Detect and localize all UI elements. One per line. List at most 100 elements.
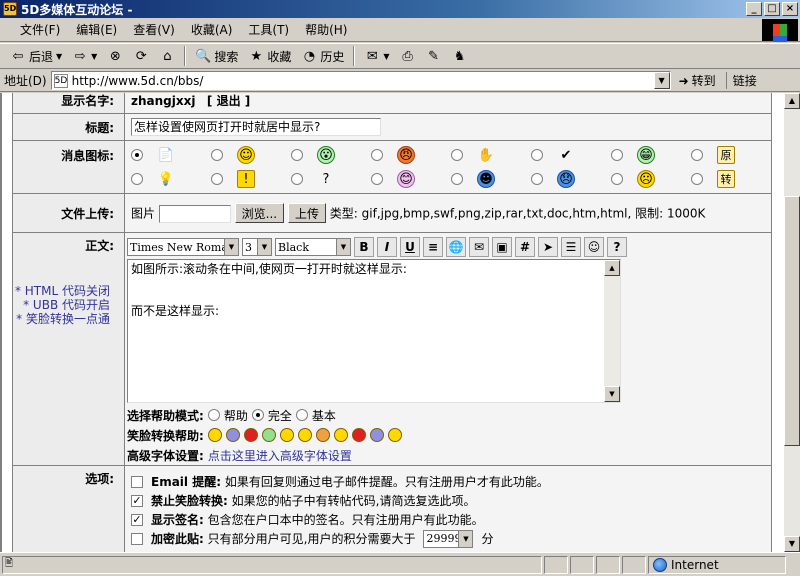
points-threshold-select[interactable]: 29999 ▼	[423, 529, 474, 548]
body-line: 如图所示:滚动条在中间,使网页一打开时就这样显示:	[131, 262, 407, 276]
upload-file-input[interactable]	[158, 205, 231, 223]
menu-edit[interactable]: 编辑(E)	[68, 19, 125, 40]
smiley-face-icon[interactable]	[279, 428, 294, 442]
icon-radio[interactable]	[211, 149, 223, 161]
italic-icon[interactable]: I	[377, 237, 397, 257]
icon-radio[interactable]	[211, 173, 223, 185]
smiley-face-icon[interactable]	[243, 428, 258, 442]
back-arrow-icon: ⇦	[12, 48, 24, 64]
message-icon-label: 消息图标:	[12, 140, 125, 194]
font-size-select[interactable]: 3 ▼	[242, 238, 272, 256]
chevron-down-icon[interactable]: ▼	[56, 52, 62, 61]
help-mode-radio-full[interactable]	[251, 409, 264, 421]
smiley-help-link[interactable]: * 笑脸转换一点通	[13, 312, 110, 326]
help-cursor-icon[interactable]: ?	[607, 237, 627, 257]
menu-favorites[interactable]: 收藏(A)	[183, 19, 241, 40]
icon-radio[interactable]	[371, 149, 383, 161]
icon-radio[interactable]	[611, 173, 623, 185]
icon-radio[interactable]	[291, 173, 303, 185]
logout-link[interactable]: [ 退出 ]	[207, 94, 250, 108]
smiley-face-icon[interactable]	[315, 428, 330, 442]
scroll-down-icon[interactable]: ▼	[784, 536, 800, 552]
history-button[interactable]: ◔ 历史	[297, 45, 348, 67]
minimize-button[interactable]: _	[746, 2, 762, 16]
textarea-scrollbar[interactable]: ▲ ▼	[604, 260, 620, 402]
encrypt-post-checkbox[interactable]	[131, 532, 143, 545]
close-button[interactable]: ×	[782, 2, 798, 16]
disable-smiley-checkbox[interactable]: ✓	[131, 494, 143, 507]
upload-button[interactable]: 上传	[287, 203, 326, 223]
chevron-down-icon: ▼	[224, 239, 238, 255]
favorites-button[interactable]: ★ 收藏	[244, 45, 295, 67]
help-mode-radio-help[interactable]	[207, 409, 220, 421]
smiley-face-icon[interactable]	[351, 428, 366, 442]
icon-radio[interactable]	[131, 149, 143, 161]
security-zone: Internet	[648, 555, 786, 574]
subject-input[interactable]: 怎样设置使网页打开时就居中显示?	[131, 118, 381, 136]
forward-button[interactable]: ⇨ ▼	[68, 45, 101, 67]
icon-radio[interactable]	[291, 149, 303, 161]
list-icon[interactable]: ☰	[561, 237, 581, 257]
help-mode-radio-basic[interactable]	[295, 409, 308, 421]
icon-radio[interactable]	[611, 149, 623, 161]
smiley-icon[interactable]: ☺	[584, 237, 604, 257]
scroll-up-icon[interactable]: ▲	[604, 260, 620, 276]
smiley-face-icon[interactable]	[333, 428, 348, 442]
home-button[interactable]: ⌂	[155, 45, 179, 67]
image-icon[interactable]: ▣	[492, 237, 512, 257]
chevron-down-icon[interactable]: ▼	[91, 52, 97, 61]
messenger-button[interactable]: ♞	[448, 45, 472, 67]
icon-radio[interactable]	[131, 173, 143, 185]
icon-radio[interactable]	[531, 173, 543, 185]
search-button[interactable]: 🔍 搜索	[191, 45, 242, 67]
edit-button[interactable]: ✎	[422, 45, 446, 67]
stop-button[interactable]: ⊗	[103, 45, 127, 67]
advanced-font-link[interactable]: 点击这里进入高级字体设置	[208, 447, 352, 464]
page-viewport: 显示名字: zhangjxxj [ 退出 ] 标题: 怎样设置使网页打开时就居中…	[0, 93, 784, 552]
hash-icon[interactable]: #	[515, 237, 535, 257]
icon-radio[interactable]	[451, 149, 463, 161]
smiley-face-icon[interactable]	[261, 428, 276, 442]
body-textarea[interactable]: 如图所示:滚动条在中间,使网页一打开时就这样显示: 而不是这样显示: ▲ ▼	[127, 259, 621, 403]
browse-button[interactable]: 浏览...	[234, 203, 285, 223]
scrollbar-thumb[interactable]	[784, 196, 800, 446]
icon-radio[interactable]	[371, 173, 383, 185]
email-icon[interactable]: ✉	[469, 237, 489, 257]
menu-view[interactable]: 查看(V)	[125, 19, 183, 40]
smiley-face-icon[interactable]	[207, 428, 222, 442]
smiley-face-icon[interactable]	[387, 428, 402, 442]
menu-tools[interactable]: 工具(T)	[240, 19, 297, 40]
bold-icon[interactable]: B	[354, 237, 374, 257]
font-color-select[interactable]: Black ▼	[275, 238, 351, 256]
back-button[interactable]: ⇦ 后退 ▼	[6, 45, 66, 67]
smiley-face-icon[interactable]	[369, 428, 384, 442]
maximize-button[interactable]: □	[764, 2, 780, 16]
link-icon[interactable]: 🌐	[446, 237, 466, 257]
menu-help[interactable]: 帮助(H)	[297, 19, 355, 40]
links-button[interactable]: 链接	[725, 72, 757, 89]
page-scrollbar[interactable]: ▲ ▼	[784, 93, 800, 552]
email-notify-checkbox[interactable]	[131, 475, 143, 488]
flash-icon[interactable]: ➤	[538, 237, 558, 257]
font-name-select[interactable]: Times New Roman ▼	[127, 238, 239, 256]
chevron-down-icon[interactable]: ▼	[653, 72, 670, 89]
icon-radio[interactable]	[531, 149, 543, 161]
underline-icon[interactable]: U	[400, 237, 420, 257]
go-button[interactable]: ➜ 转到	[679, 72, 716, 89]
icon-radio[interactable]	[691, 173, 703, 185]
address-input[interactable]: 5D http://www.5d.cn/bbs/ ▼	[50, 71, 671, 90]
smiley-face-icon[interactable]	[297, 428, 312, 442]
align-center-icon[interactable]: ≡	[423, 237, 443, 257]
menu-file[interactable]: 文件(F)	[12, 19, 68, 40]
scroll-down-icon[interactable]: ▼	[604, 386, 620, 402]
print-button[interactable]: ⎙	[396, 45, 420, 67]
show-signature-checkbox[interactable]: ✓	[131, 513, 143, 526]
icon-radio[interactable]	[691, 149, 703, 161]
refresh-button[interactable]: ⟳	[129, 45, 153, 67]
mail-button[interactable]: ✉ ▼	[360, 45, 393, 67]
angry-icon: 😠	[397, 146, 415, 164]
icon-radio[interactable]	[451, 173, 463, 185]
chevron-down-icon[interactable]: ▼	[383, 52, 389, 61]
smiley-face-icon[interactable]	[225, 428, 240, 442]
scroll-up-icon[interactable]: ▲	[784, 93, 800, 109]
